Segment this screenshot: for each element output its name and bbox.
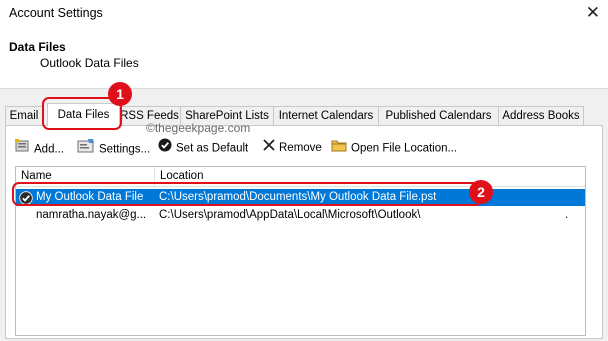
file-location: C:\Users\pramod\AppData\Local\Microsoft\…: [159, 209, 421, 221]
watermark: ©thegeekpage.com: [146, 121, 251, 135]
remove-button[interactable]: Remove: [263, 138, 322, 158]
settings-label: Settings...: [99, 143, 151, 156]
tab-data-files[interactable]: Data Files: [47, 103, 120, 126]
column-header-location[interactable]: Location: [155, 167, 585, 186]
header-subtitle: Outlook Data Files: [40, 56, 139, 70]
tab-internet-calendars[interactable]: Internet Calendars: [273, 106, 379, 125]
folder-icon: [331, 138, 347, 159]
remove-x-icon: [263, 138, 275, 158]
title-bar: Account Settings ✕: [0, 0, 608, 28]
file-name: My Outlook Data File: [36, 191, 144, 203]
list-item[interactable]: My Outlook Data File C:\Users\pramod\Doc…: [16, 189, 585, 206]
settings-button[interactable]: Settings...: [77, 138, 150, 158]
open-file-location-button[interactable]: Open File Location...: [331, 138, 457, 158]
set-as-default-label: Set as Default: [176, 142, 249, 155]
file-name: namratha.nayak@g...: [36, 209, 147, 221]
add-file-icon: [14, 138, 30, 161]
dialog-header: Data Files Outlook Data Files: [0, 28, 608, 89]
data-files-list[interactable]: Name Location My Outlook Data File C:\Us…: [15, 166, 586, 336]
add-label: Add...: [34, 143, 65, 156]
check-circle-icon: [158, 138, 172, 159]
settings-icon: [77, 138, 95, 161]
window-title: Account Settings: [9, 6, 103, 20]
tab-published-calendars[interactable]: Published Calendars: [378, 106, 499, 125]
callout-badge-2: 2: [469, 180, 493, 204]
tab-address-books[interactable]: Address Books: [498, 106, 584, 125]
truncation-mark: .: [565, 209, 569, 221]
callout-badge-1: 1: [108, 82, 132, 106]
list-header: Name Location: [16, 167, 585, 187]
open-file-location-label: Open File Location...: [351, 142, 458, 155]
tab-email[interactable]: Email: [5, 106, 43, 125]
add-button[interactable]: Add...: [14, 138, 64, 158]
close-icon[interactable]: ✕: [586, 3, 600, 23]
file-location: C:\Users\pramod\Documents\My Outlook Dat…: [159, 191, 437, 203]
list-item[interactable]: namratha.nayak@g... C:\Users\pramod\AppD…: [16, 207, 585, 224]
header-title: Data Files: [9, 40, 66, 54]
column-header-name[interactable]: Name: [16, 167, 155, 186]
remove-label: Remove: [279, 142, 322, 155]
set-as-default-button[interactable]: Set as Default: [158, 138, 248, 158]
